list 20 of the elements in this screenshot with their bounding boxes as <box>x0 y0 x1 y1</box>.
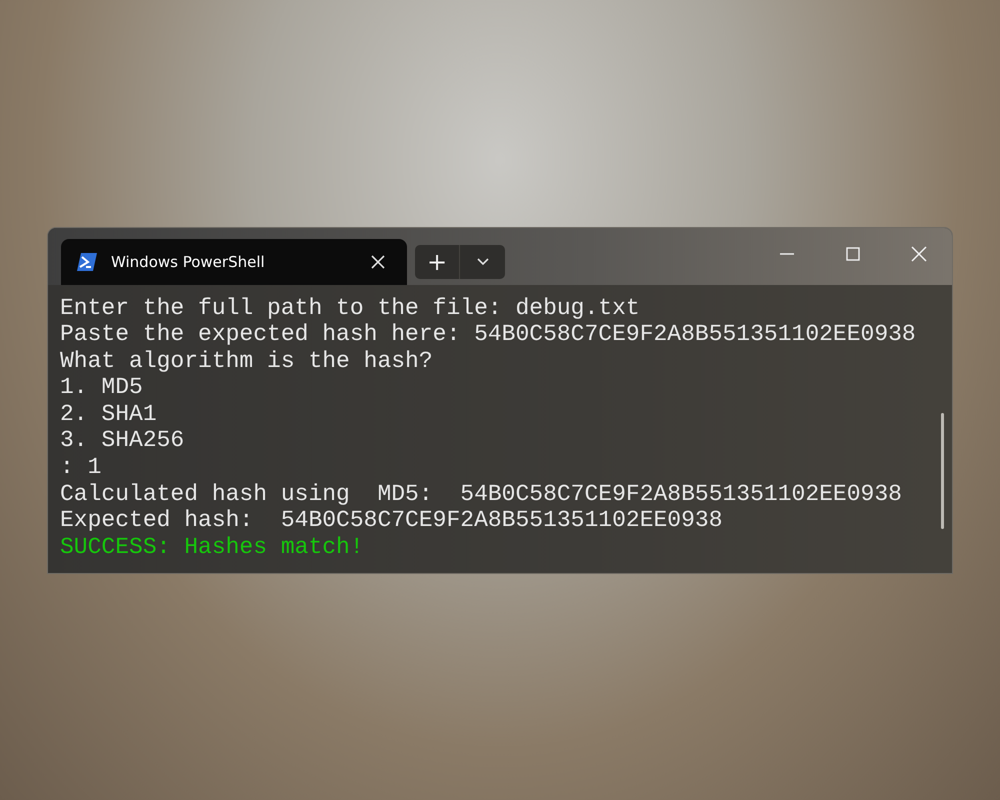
output-line: What algorithm is the hash? <box>60 348 434 374</box>
tab[interactable]: Windows PowerShell <box>61 238 407 284</box>
maximize-icon <box>846 247 860 261</box>
output-line: 1. MD5 <box>60 374 144 401</box>
output-line: Calculated hash using MD5: 54B0C58C7CE9F2A8B551351102EE0938 <box>60 480 903 508</box>
new-tab-button[interactable]: + <box>415 244 459 278</box>
tab-title: Windows PowerShell <box>111 252 266 270</box>
close-icon[interactable] <box>371 254 385 268</box>
chevron-down-icon <box>476 258 488 266</box>
output-line: : 1 <box>60 454 102 481</box>
output-line: 2. SHA1 <box>60 400 158 428</box>
output-line: Paste the expected hash here: 54B0C58C7CE9F2A8B551351102EE0938 <box>60 321 917 348</box>
output-line: Enter the full path to the file: debug.txt <box>60 294 641 322</box>
output-line: SUCCESS: Hashes match! <box>60 534 365 560</box>
output-line: 3. SHA256 <box>60 427 186 454</box>
close-icon <box>911 246 927 262</box>
powershell-icon <box>77 252 97 270</box>
scrollbar[interactable] <box>941 412 944 528</box>
output-line: Expected hash: 54B0C58C7CE9F2A8B551351102EE0938 <box>60 507 724 534</box>
minimize-icon <box>780 253 794 255</box>
